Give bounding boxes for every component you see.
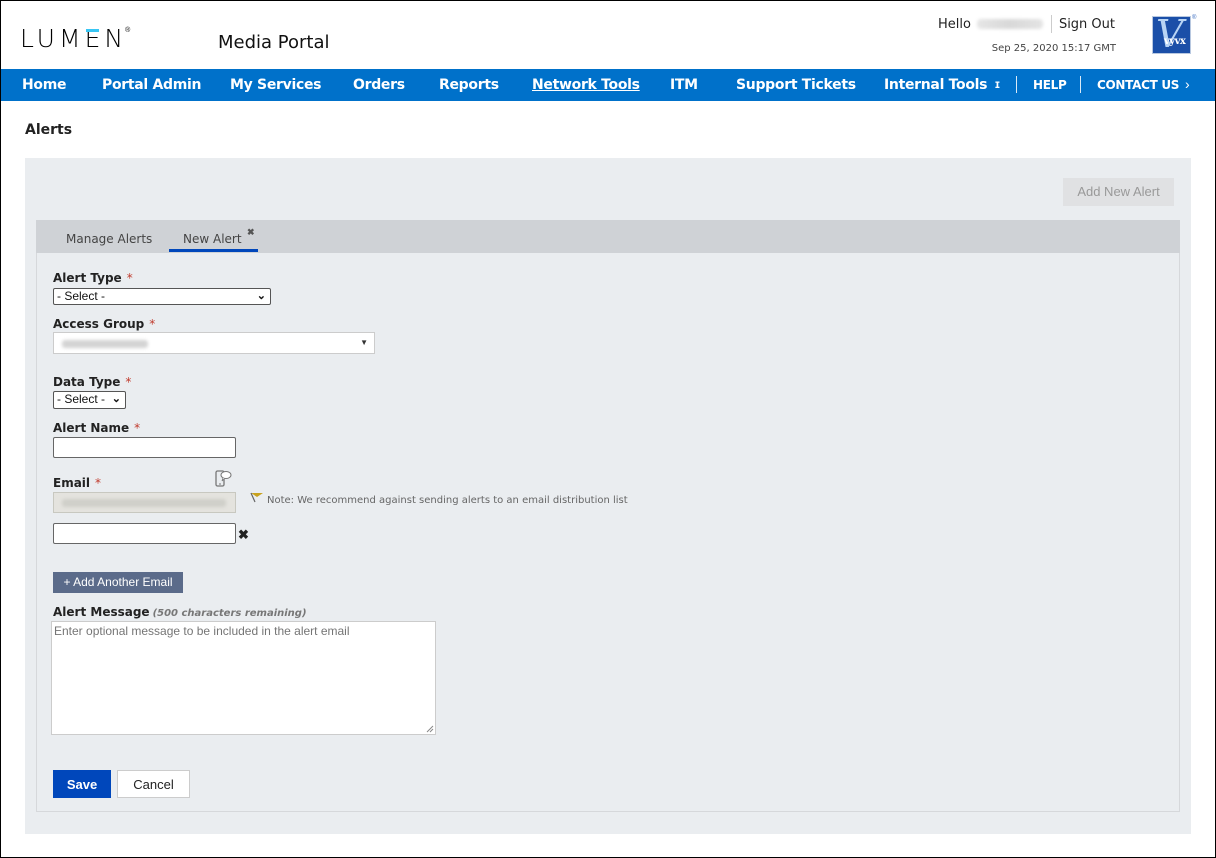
greeting: Hello <box>937 16 971 32</box>
vyvx-logo: V vyvx <box>1152 16 1191 54</box>
resize-handle-icon[interactable] <box>425 724 434 733</box>
nav-help[interactable]: HELP <box>1033 78 1067 92</box>
nav-itm[interactable]: ITM <box>670 77 698 93</box>
vyvx-registered-mark: ® <box>1192 15 1197 21</box>
nav-overflow-icon[interactable]: ɪ <box>995 77 1000 91</box>
vyvx-logo-text: vyvx <box>1164 36 1186 47</box>
email-label-text: Email <box>53 476 91 490</box>
remove-email-icon[interactable]: ✖ <box>238 527 249 543</box>
brand-wordmark: LUMEN <box>20 24 128 53</box>
save-button[interactable]: Save <box>53 770 111 798</box>
nav-divider <box>1016 76 1017 93</box>
nav-contact-us[interactable]: CONTACT US <box>1097 78 1179 92</box>
current-datetime: Sep 25, 2020 15:17 GMT <box>991 43 1116 54</box>
access-group-value-redacted <box>62 340 148 348</box>
tab-manage-alerts[interactable]: Manage Alerts <box>66 232 152 246</box>
alert-type-value: - Select - <box>57 289 106 303</box>
header: LUMEN ® Media Portal Hello Sign Out Sep … <box>1 1 1215 69</box>
nav-network-tools[interactable]: Network Tools <box>532 77 640 93</box>
required-marker: * <box>125 375 132 389</box>
main-nav: Home Portal Admin My Services Orders Rep… <box>1 69 1215 101</box>
nav-orders[interactable]: Orders <box>353 77 405 93</box>
email-note: Note: We recommend against sending alert… <box>267 495 628 506</box>
nav-home[interactable]: Home <box>22 77 67 93</box>
email-label: Email * <box>53 476 101 490</box>
required-marker: * <box>126 271 133 285</box>
caret-down-icon: ▼ <box>360 338 368 347</box>
alert-message-textarea[interactable] <box>51 621 436 735</box>
username-redacted <box>976 19 1043 29</box>
required-marker: * <box>134 421 141 435</box>
user-area: Hello Sign Out <box>938 15 1115 33</box>
add-new-alert-button[interactable]: Add New Alert <box>1063 178 1174 206</box>
email-value-redacted <box>62 499 226 507</box>
registered-mark: ® <box>125 27 131 34</box>
alert-type-label-text: Alert Type <box>53 271 122 285</box>
nav-reports[interactable]: Reports <box>439 77 499 93</box>
characters-remaining: (500 characters remaining) <box>152 608 307 619</box>
alert-message-label-text: Alert Message <box>53 605 150 619</box>
chevron-down-icon: ⌄ <box>111 393 121 405</box>
sms-phone-icon[interactable] <box>214 470 232 488</box>
additional-email-input[interactable] <box>53 523 236 544</box>
alert-name-input[interactable] <box>53 437 236 458</box>
tab-bar: Manage Alerts New Alert ✖ <box>36 220 1180 253</box>
alert-message-label: Alert Message (500 characters remaining) <box>53 605 307 619</box>
vyvx-logo-letter: V <box>1156 16 1184 54</box>
alert-name-label: Alert Name * <box>53 421 140 435</box>
chevron-down-icon: ⌄ <box>256 290 266 302</box>
required-marker: * <box>95 476 102 490</box>
nav-support-tickets[interactable]: Support Tickets <box>736 77 856 93</box>
data-type-label: Data Type * <box>53 375 131 389</box>
cancel-button[interactable]: Cancel <box>117 770 190 798</box>
page-title: Alerts <box>25 122 73 138</box>
nav-internal-tools[interactable]: Internal Tools <box>884 77 988 93</box>
required-marker: * <box>149 317 156 331</box>
add-another-email-button[interactable]: + Add Another Email <box>53 572 183 593</box>
primary-email-input[interactable] <box>53 492 236 513</box>
flag-icon <box>250 492 263 503</box>
nav-divider <box>1080 76 1081 93</box>
access-group-select[interactable]: ▼ <box>53 332 375 354</box>
access-group-label: Access Group * <box>53 317 155 331</box>
close-tab-icon[interactable]: ✖ <box>247 227 255 238</box>
data-type-select[interactable]: - Select - ⌄ <box>53 391 126 409</box>
data-type-label-text: Data Type <box>53 375 121 389</box>
alert-type-label: Alert Type * <box>53 271 133 285</box>
access-group-label-text: Access Group <box>53 317 145 331</box>
lumen-logo[interactable]: LUMEN ® <box>20 24 131 53</box>
nav-my-services[interactable]: My Services <box>230 77 321 93</box>
chevron-right-icon[interactable]: › <box>1185 76 1190 92</box>
portal-title: Media Portal <box>218 32 330 53</box>
data-type-value: - Select - <box>57 392 106 406</box>
tab-new-alert[interactable]: New Alert <box>183 232 242 246</box>
active-tab-indicator <box>169 249 258 252</box>
alert-type-select[interactable]: - Select - ⌄ <box>53 288 271 305</box>
sign-out-link[interactable]: Sign Out <box>1059 17 1115 32</box>
nav-portal-admin[interactable]: Portal Admin <box>102 77 202 93</box>
header-divider <box>1050 15 1052 33</box>
alert-name-label-text: Alert Name <box>53 421 130 435</box>
